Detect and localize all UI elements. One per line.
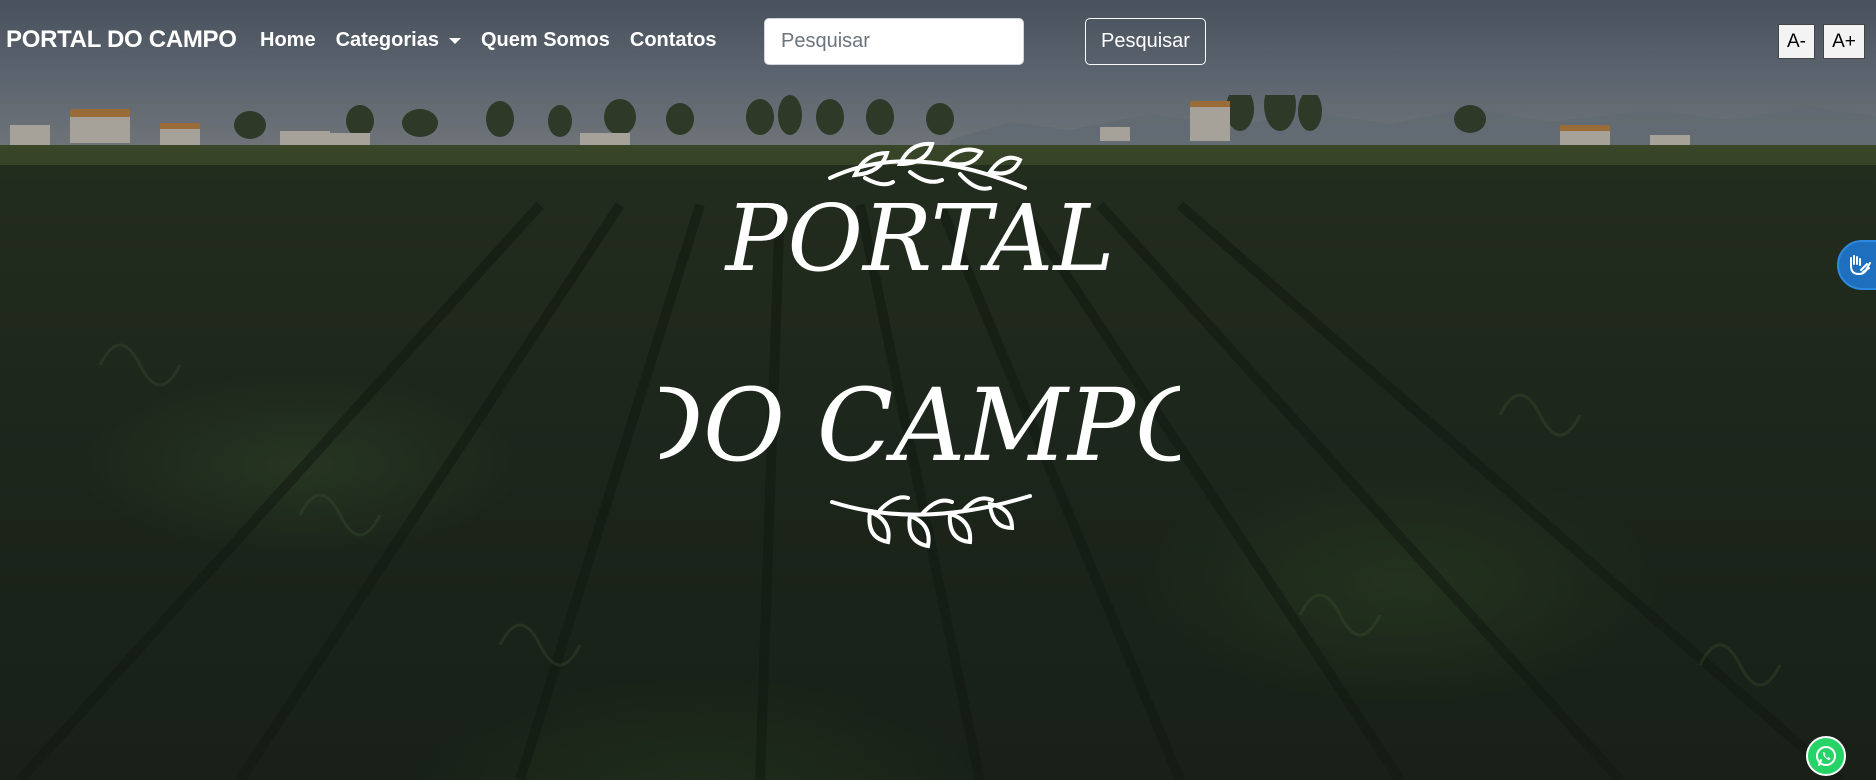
search-input[interactable] bbox=[764, 18, 1024, 65]
nav-links: Home Categorias Quem Somos Contatos bbox=[260, 29, 737, 52]
wheat-branch-bottom-icon bbox=[830, 494, 1032, 549]
brand-link[interactable]: PORTAL DO CAMPO bbox=[6, 26, 237, 54]
top-navbar: PORTAL DO CAMPO Home Categorias Quem Som… bbox=[0, 0, 1876, 84]
whatsapp-icon bbox=[1816, 746, 1836, 766]
font-increase-button[interactable]: A+ bbox=[1823, 24, 1865, 59]
search-button[interactable]: Pesquisar bbox=[1085, 18, 1206, 65]
logo-line-2: DO CAMPO bbox=[660, 367, 1180, 484]
nav-home[interactable]: Home bbox=[260, 29, 316, 52]
sign-language-hands-icon bbox=[1850, 255, 1871, 276]
nav-quem-somos[interactable]: Quem Somos bbox=[481, 29, 610, 52]
nav-contatos[interactable]: Contatos bbox=[630, 29, 717, 52]
whatsapp-button[interactable] bbox=[1806, 736, 1846, 776]
caret-down-icon bbox=[448, 37, 461, 44]
portal-do-campo-logo: PORTAL DO CAMPO bbox=[660, 141, 1180, 549]
font-decrease-button[interactable]: A- bbox=[1778, 24, 1815, 59]
wheat-branch-icon bbox=[828, 141, 1027, 191]
nav-categorias-dropdown[interactable]: Categorias bbox=[336, 29, 461, 52]
logo-line-1: PORTAL bbox=[724, 185, 1115, 292]
nav-categorias-label: Categorias bbox=[335, 29, 439, 51]
